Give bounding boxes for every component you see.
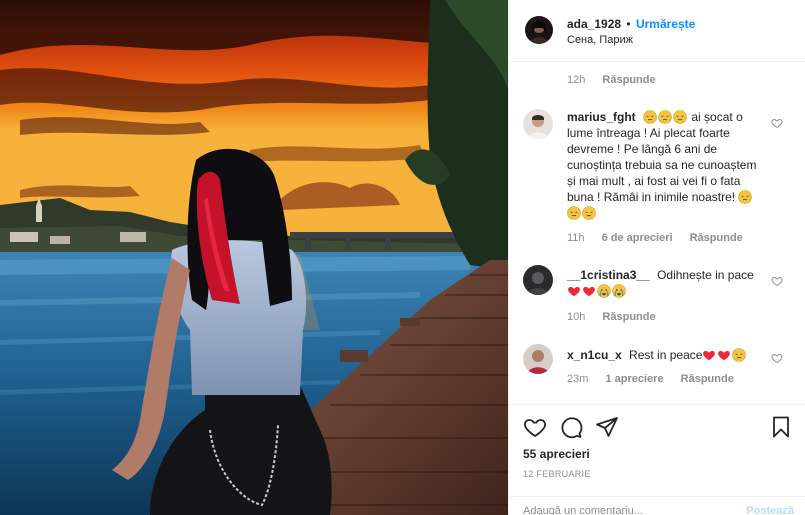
comment-meta: 10h Răspunde (567, 311, 656, 323)
commenter-avatar[interactable] (523, 265, 553, 295)
comment-meta: 11h 6 de aprecieri Răspunde (567, 232, 743, 244)
comment-reply-button[interactable]: Răspunde (602, 311, 655, 323)
red-heart-emoji (717, 348, 731, 362)
pensive-face-emoji (738, 190, 753, 204)
comment-bubble-icon[interactable] (559, 415, 583, 439)
author-avatar[interactable] (525, 16, 553, 44)
comment-time[interactable]: 23m (567, 373, 588, 385)
post-location[interactable]: Сена, Париж (567, 34, 633, 46)
caption-time[interactable]: 12h (567, 74, 585, 86)
post-comment-button[interactable]: Postează (746, 505, 794, 515)
caption-meta: 12h Răspunde (567, 74, 656, 86)
photo-sunset-river (0, 0, 508, 515)
likes-count[interactable]: 55 aprecieri (523, 447, 590, 461)
commenter-username[interactable]: marius_fght (567, 110, 636, 124)
commenter-username[interactable]: __1cristina3__ (567, 268, 650, 282)
red-heart-emoji (567, 284, 581, 298)
post-actions: 55 aprecieri 12 FEBRUARIE Adaugă un come… (509, 404, 805, 515)
comment-reply-button[interactable]: Răspunde (690, 232, 743, 244)
comment-meta: 23m 1 apreciere Răspunde (567, 373, 734, 385)
comment-like-heart-icon[interactable] (771, 117, 783, 129)
comment-likes-count[interactable]: 6 de aprecieri (602, 232, 673, 244)
post-photo[interactable] (0, 0, 508, 515)
comment-body-text: ai șocat o lume întreaga ! Ai plecat foa… (567, 110, 757, 204)
post-date[interactable]: 12 FEBRUARIE (523, 469, 591, 479)
commenter-avatar[interactable] (523, 109, 553, 139)
paper-plane-icon[interactable] (595, 415, 619, 439)
instagram-post: ada_1928 • Urmărește Сена, Париж 12h Răs… (0, 0, 805, 515)
pensive-face-emoji (658, 110, 672, 124)
comment-body-text: Odihnește in pace (657, 268, 754, 282)
heart-icon[interactable] (523, 415, 547, 439)
comment-likes-count[interactable]: 1 apreciere (605, 373, 663, 385)
post-side-panel: ada_1928 • Urmărește Сена, Париж 12h Răs… (508, 0, 805, 515)
author-line: ada_1928 • Urmărește (567, 17, 695, 31)
comment-time[interactable]: 11h (567, 232, 585, 244)
bookmark-icon[interactable] (769, 415, 793, 439)
comment-text: marius_fght ai șocat o lume întreaga ! A… (567, 109, 767, 221)
comment-input[interactable]: Adaugă un comentariu... (523, 505, 643, 515)
comment-like-heart-icon[interactable] (771, 352, 783, 364)
crying-face-emoji (597, 284, 611, 298)
pensive-face-emoji (643, 110, 657, 124)
author-username[interactable]: ada_1928 (567, 17, 621, 31)
add-comment-bar: Adaugă un comentariu... Postează (509, 496, 805, 515)
comment-body-text: Rest in peace (629, 348, 703, 362)
pensive-face-emoji (567, 206, 581, 220)
commenter-username[interactable]: x_n1cu_x (567, 348, 622, 362)
comment-text: __1cristina3__ Odihnește in pace (567, 267, 767, 299)
comment-text: x_n1cu_x Rest in peace (567, 347, 767, 363)
red-heart-emoji (582, 284, 596, 298)
commenter-avatar[interactable] (523, 344, 553, 374)
pensive-face-emoji (673, 110, 687, 124)
comment-like-heart-icon[interactable] (771, 275, 783, 287)
separator-dot: • (626, 17, 631, 31)
pensive-face-emoji (732, 348, 747, 362)
caption-reply-button[interactable]: Răspunde (602, 74, 655, 86)
follow-button[interactable]: Urmărește (636, 17, 695, 31)
red-heart-emoji (702, 348, 716, 362)
crying-face-emoji (612, 284, 626, 298)
comment-time[interactable]: 10h (567, 311, 585, 323)
comments-list[interactable]: 12h Răspunde marius_fght ai șocat o lume… (509, 63, 805, 404)
pensive-face-emoji (582, 206, 596, 220)
comment-reply-button[interactable]: Răspunde (681, 373, 734, 385)
post-header: ada_1928 • Urmărește Сена, Париж (509, 0, 805, 62)
